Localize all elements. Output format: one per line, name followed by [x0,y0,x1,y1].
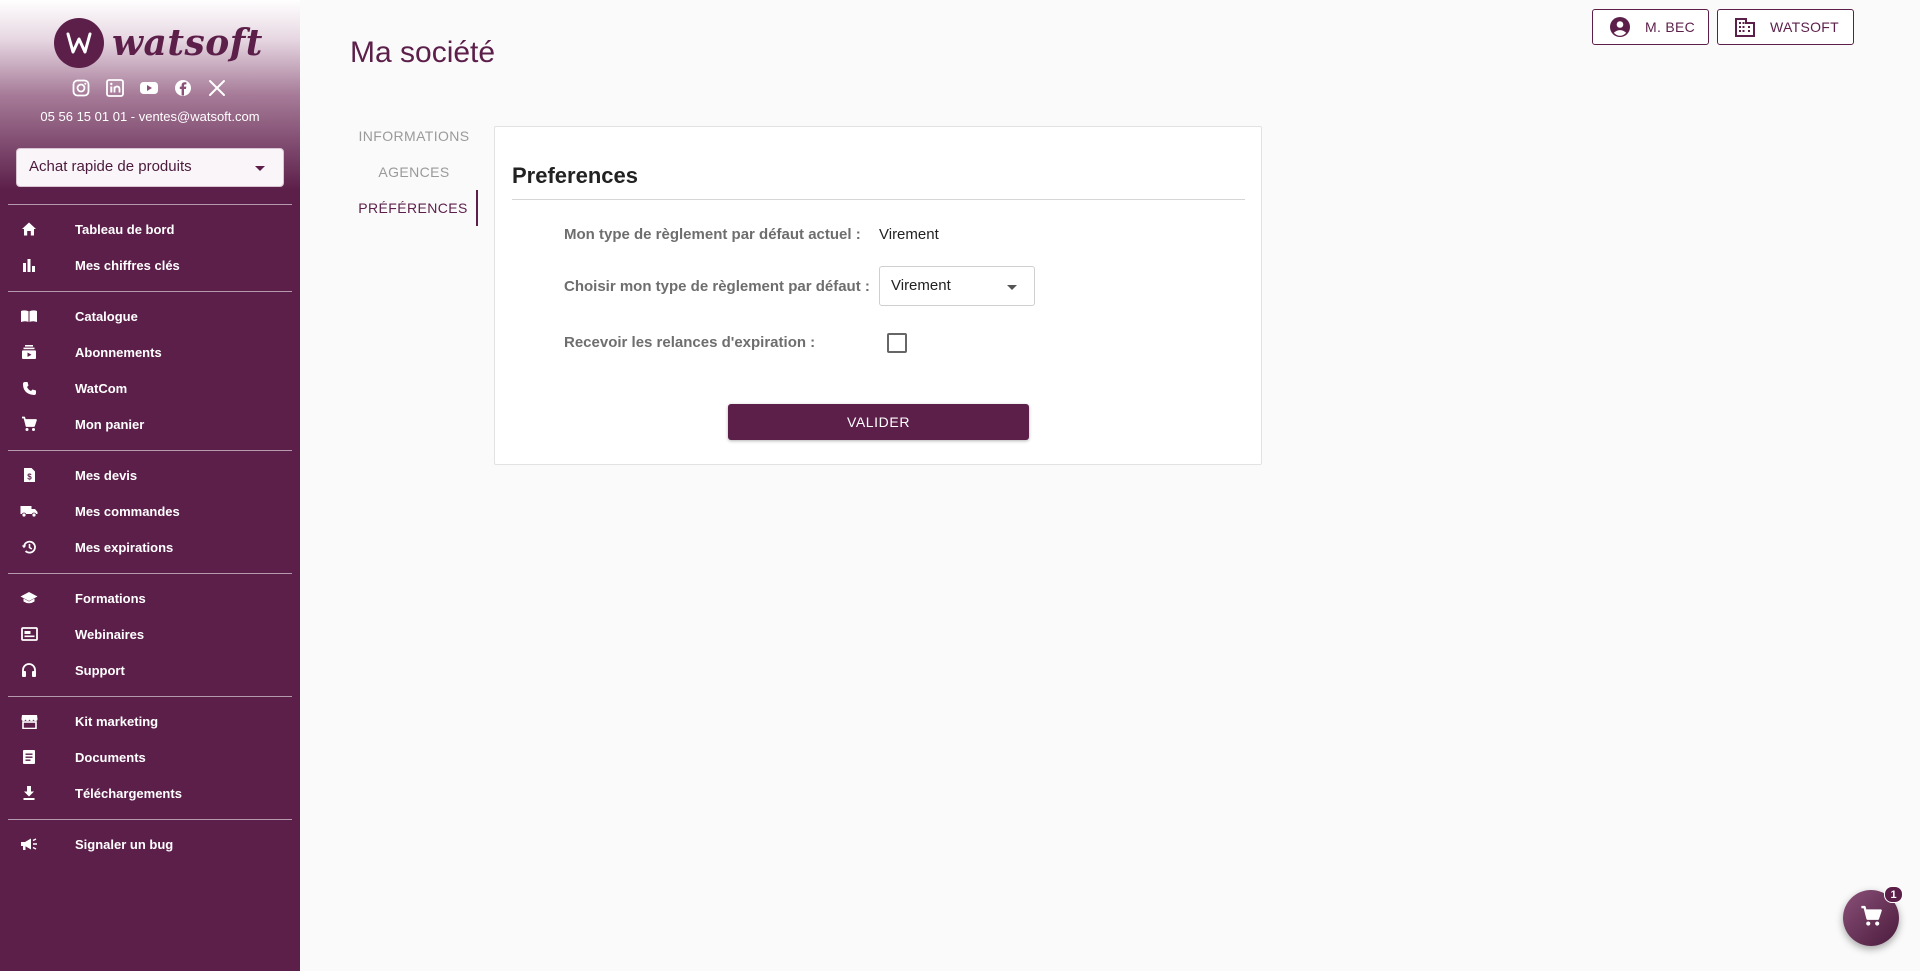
sidebar-item-label: Mes commandes [75,503,180,519]
company-label: WATSOFT [1770,19,1839,35]
sidebar-item-formations[interactable]: Formations [0,580,300,616]
payment-type-select[interactable]: Virement [879,266,1035,306]
current-payment-value: Virement [879,226,939,243]
sidebar-divider [8,819,292,820]
user-account-button[interactable]: M. BEC [1592,9,1709,45]
quick-buy-select-value: Achat rapide de produits [29,158,192,175]
expiration-reminders-checkbox[interactable] [887,333,907,353]
payment-type-select-value: Virement [891,277,951,294]
sidebar-item-telechargements[interactable]: Téléchargements [0,775,300,811]
watsoft-logo[interactable]: watsoft [54,18,263,68]
sidebar-item-mes-expirations[interactable]: Mes expirations [0,529,300,565]
linkedin-icon[interactable] [104,77,126,99]
sidebar-item-label: Documents [75,749,146,765]
cart-icon [20,415,38,433]
logo-text: watsoft [112,22,263,64]
sidebar-divider [8,291,292,292]
preferences-title: Preferences [512,163,638,188]
history-icon [20,538,38,556]
page-title: Ma société [350,36,496,69]
sidebar-item-label: Tableau de bord [75,221,175,237]
svg-text:$: $ [27,473,32,482]
logo-mark-icon [54,18,104,68]
quote-icon: $ [20,466,38,484]
sidebar-item-label: Abonnements [75,344,162,360]
sidebar-item-mes-commandes[interactable]: Mes commandes [0,493,300,529]
cart-icon [1860,905,1882,932]
bar-chart-icon [20,256,38,274]
sidebar-divider [8,450,292,451]
sidebar-divider [8,573,292,574]
tab-agences[interactable]: AGENCES [350,154,478,190]
sidebar-item-label: Mes expirations [75,539,174,555]
sidebar-item-tableau-de-bord[interactable]: Tableau de bord [0,211,300,247]
user-account-label: M. BEC [1645,19,1696,35]
headset-icon [20,661,38,679]
sidebar-item-label: Catalogue [75,308,138,324]
chevron-down-icon [1007,285,1017,290]
subscriptions-icon [20,343,38,361]
sidebar-item-documents[interactable]: Documents [0,739,300,775]
contact-info: 05 56 15 01 01 - ventes@watsoft.com [40,109,260,124]
sidebar-item-label: Mon panier [75,416,145,432]
sidebar-item-label: Mes chiffres clés [75,257,180,273]
submit-button[interactable]: VALIDER [728,404,1029,440]
sidebar-item-signaler-un-bug[interactable]: Signaler un bug [0,826,300,862]
sidebar-item-mes-devis[interactable]: $ Mes devis [0,457,300,493]
tab-informations[interactable]: INFORMATIONS [350,118,478,154]
sidebar-item-support[interactable]: Support [0,652,300,688]
sidebar-item-label: Webinaires [75,626,145,642]
sidebar-item-mon-panier[interactable]: Mon panier [0,406,300,442]
preferences-card: Preferences Mon type de règlement par dé… [494,126,1262,465]
facebook-icon[interactable] [172,77,194,99]
book-icon [20,307,38,325]
sidebar-item-abonnements[interactable]: Abonnements [0,334,300,370]
title-divider [512,199,1245,200]
sidebar: watsoft 05 56 15 01 01 - ventes@watsoft.… [0,0,300,971]
truck-icon [20,502,38,520]
account-circle-icon [1609,16,1631,38]
sidebar-item-label: Support [75,662,125,678]
current-payment-label: Mon type de règlement par défaut actuel … [564,226,861,243]
building-icon [1734,16,1756,38]
choose-payment-label: Choisir mon type de règlement par défaut… [564,278,870,295]
sidebar-item-label: Formations [75,590,146,606]
expiration-reminders-label: Recevoir les relances d'expiration : [564,334,816,351]
sidebar-item-label: Mes devis [75,467,138,483]
sidebar-item-label: WatCom [75,380,128,396]
sidebar-item-watcom[interactable]: WatCom [0,370,300,406]
megaphone-icon [20,835,38,853]
quick-buy-select[interactable]: Achat rapide de produits [16,148,284,187]
phone-icon [20,379,38,397]
sidebar-item-kit-marketing[interactable]: Kit marketing [0,703,300,739]
download-icon [20,784,38,802]
home-icon [20,220,38,238]
sidebar-item-mes-chiffres-cles[interactable]: Mes chiffres clés [0,247,300,283]
school-icon [20,589,38,607]
webinar-icon [20,625,38,643]
chevron-down-icon [255,166,265,171]
social-links [70,77,228,99]
sidebar-item-catalogue[interactable]: Catalogue [0,298,300,334]
document-icon [20,748,38,766]
x-icon[interactable] [206,77,228,99]
sidebar-item-label: Kit marketing [75,713,159,729]
store-icon [20,712,38,730]
cart-count-badge: 1 [1884,886,1903,903]
company-button[interactable]: WATSOFT [1717,9,1854,45]
sidebar-item-webinaires[interactable]: Webinaires [0,616,300,652]
instagram-icon[interactable] [70,77,92,99]
sidebar-item-label: Téléchargements [75,785,182,801]
youtube-icon[interactable] [138,77,160,99]
sidebar-item-label: Signaler un bug [75,836,174,852]
sidebar-divider [8,204,292,205]
sidebar-divider [8,696,292,697]
tab-preferences[interactable]: PRÉFÉRENCES [350,190,478,226]
